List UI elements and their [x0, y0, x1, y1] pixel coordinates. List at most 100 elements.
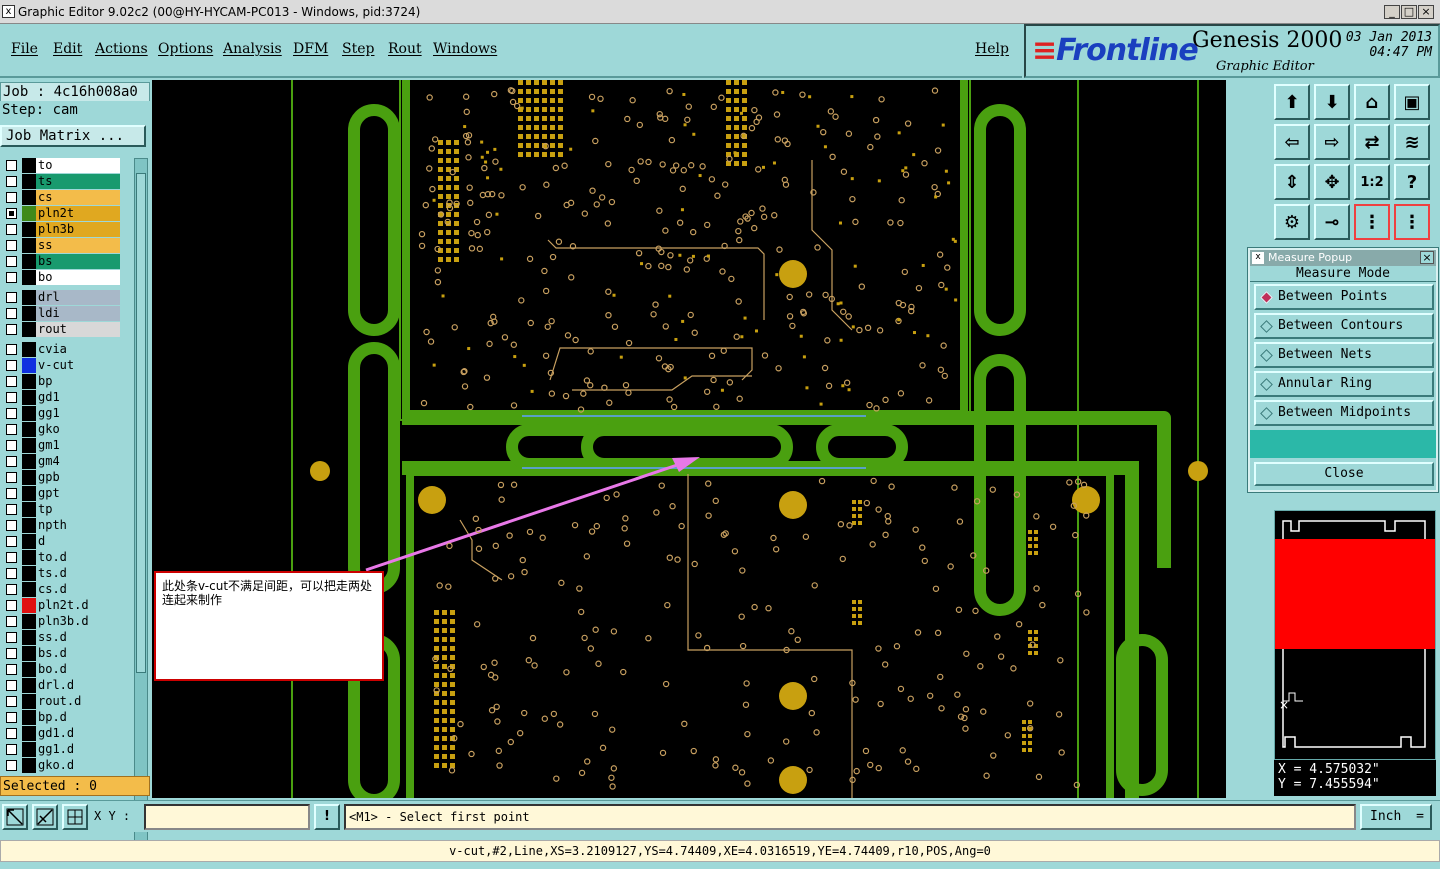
- measure-option-between-midpoints[interactable]: Between Midpoints: [1254, 400, 1434, 426]
- layer-name[interactable]: gm1: [36, 438, 120, 453]
- layer-color-swatch[interactable]: [22, 270, 36, 285]
- layer-checkbox[interactable]: [6, 616, 17, 627]
- layer-checkbox[interactable]: [6, 552, 17, 563]
- pan-left-icon[interactable]: ⇦: [1274, 124, 1310, 160]
- menu-edit[interactable]: Edit: [53, 41, 82, 57]
- layer-name[interactable]: rout: [36, 322, 120, 337]
- layer-color-swatch[interactable]: [22, 726, 36, 741]
- layer-up-icon[interactable]: ⋮: [1354, 204, 1390, 240]
- layer-color-swatch[interactable]: [22, 598, 36, 613]
- layer-name[interactable]: ss.d: [36, 630, 120, 645]
- layer-scrollbar[interactable]: [134, 158, 148, 848]
- layer-color-swatch[interactable]: [22, 306, 36, 321]
- layer-checkbox[interactable]: [6, 424, 17, 435]
- layer-name[interactable]: gko: [36, 422, 120, 437]
- layer-down-icon[interactable]: ⋮: [1394, 204, 1430, 240]
- layer-row-ss[interactable]: ss: [2, 238, 122, 253]
- zoom-out-icon[interactable]: ⬇: [1314, 84, 1350, 120]
- xy-input[interactable]: [144, 804, 310, 830]
- layer-row-ts[interactable]: ts: [2, 174, 122, 189]
- layer-name[interactable]: gg1: [36, 406, 120, 421]
- layer-row-to.d[interactable]: to.d: [2, 550, 122, 565]
- zoom-home-icon[interactable]: ⬆: [1274, 84, 1310, 120]
- layer-color-swatch[interactable]: [22, 470, 36, 485]
- layer-checkbox[interactable]: [6, 520, 17, 531]
- layer-color-swatch[interactable]: [22, 454, 36, 469]
- layer-row-cs[interactable]: cs: [2, 190, 122, 205]
- layer-name[interactable]: pln2t: [36, 206, 120, 221]
- layer-row-bp[interactable]: bp: [2, 374, 122, 389]
- layer-checkbox[interactable]: [6, 408, 17, 419]
- layer-row-bo[interactable]: bo: [2, 270, 122, 285]
- layer-color-swatch[interactable]: [22, 630, 36, 645]
- layer-row-gko.d[interactable]: gko.d: [2, 758, 122, 773]
- layer-color-swatch[interactable]: [22, 190, 36, 205]
- layer-checkbox[interactable]: [6, 600, 17, 611]
- layer-row-gko[interactable]: gko: [2, 422, 122, 437]
- layer-name[interactable]: bs: [36, 254, 120, 269]
- snap-tool-icon[interactable]: [32, 804, 58, 830]
- layer-row-cs.d[interactable]: cs.d: [2, 582, 122, 597]
- layer-row-v-cut[interactable]: v-cut: [2, 358, 122, 373]
- layer-color-swatch[interactable]: [22, 206, 36, 221]
- layer-row-ts.d[interactable]: ts.d: [2, 566, 122, 581]
- flip-icon[interactable]: ⇄: [1354, 124, 1390, 160]
- layer-color-swatch[interactable]: [22, 710, 36, 725]
- layer-checkbox[interactable]: [6, 160, 17, 171]
- layer-color-swatch[interactable]: [22, 486, 36, 501]
- layer-color-swatch[interactable]: [22, 742, 36, 757]
- layer-color-swatch[interactable]: [22, 290, 36, 305]
- layer-row-d[interactable]: d: [2, 534, 122, 549]
- layer-row-gd1[interactable]: gd1: [2, 390, 122, 405]
- layer-checkbox[interactable]: [6, 632, 17, 643]
- layer-row-npth[interactable]: npth: [2, 518, 122, 533]
- layer-name[interactable]: gm4: [36, 454, 120, 469]
- maximize-button[interactable]: □: [1401, 5, 1417, 19]
- layer-name[interactable]: cs.d: [36, 582, 120, 597]
- measure-option-between-points[interactable]: Between Points: [1254, 284, 1434, 310]
- menu-dfm[interactable]: DFM: [293, 41, 328, 57]
- layer-color-swatch[interactable]: [22, 518, 36, 533]
- menu-help[interactable]: Help: [975, 41, 1009, 57]
- layer-row-pln3b.d[interactable]: pln3b.d: [2, 614, 122, 629]
- layer-name[interactable]: pln3b.d: [36, 614, 120, 629]
- layer-color-swatch[interactable]: [22, 422, 36, 437]
- layer-checkbox[interactable]: [6, 272, 17, 283]
- layer-name[interactable]: pln3b: [36, 222, 120, 237]
- layer-name[interactable]: rout.d: [36, 694, 120, 709]
- layer-color-swatch[interactable]: [22, 550, 36, 565]
- layer-color-swatch[interactable]: [22, 342, 36, 357]
- layer-color-swatch[interactable]: [22, 566, 36, 581]
- layer-checkbox[interactable]: [6, 324, 17, 335]
- layer-color-swatch[interactable]: [22, 758, 36, 773]
- measure-option-annular-ring[interactable]: Annular Ring: [1254, 371, 1434, 397]
- layer-checkbox[interactable]: [6, 192, 17, 203]
- layer-name[interactable]: gko.d: [36, 758, 120, 773]
- layer-row-pln2t[interactable]: pln2t: [2, 206, 122, 221]
- layer-color-swatch[interactable]: [22, 502, 36, 517]
- close-window-button[interactable]: ×: [1418, 5, 1434, 19]
- layer-checkbox[interactable]: [6, 344, 17, 355]
- graphic-canvas[interactable]: [152, 80, 1226, 798]
- layer-color-swatch[interactable]: [22, 694, 36, 709]
- layer-checkbox[interactable]: [6, 208, 17, 219]
- layer-checkbox[interactable]: [6, 176, 17, 187]
- layer-name[interactable]: cvia: [36, 342, 120, 357]
- layer-scroll-thumb[interactable]: [136, 173, 146, 673]
- layer-color-swatch[interactable]: [22, 438, 36, 453]
- layer-checkbox[interactable]: [6, 488, 17, 499]
- layer-name[interactable]: to.d: [36, 550, 120, 565]
- layer-color-swatch[interactable]: [22, 358, 36, 373]
- layer-name[interactable]: bp: [36, 374, 120, 389]
- layer-color-swatch[interactable]: [22, 254, 36, 269]
- menu-actions[interactable]: Actions: [95, 41, 148, 57]
- layer-color-swatch[interactable]: [22, 174, 36, 189]
- layer-name[interactable]: bo: [36, 270, 120, 285]
- layer-row-ss.d[interactable]: ss.d: [2, 630, 122, 645]
- layer-row-gd1.d[interactable]: gd1.d: [2, 726, 122, 741]
- layer-row-tp[interactable]: tp: [2, 502, 122, 517]
- layer-checkbox[interactable]: [6, 376, 17, 387]
- layer-checkbox[interactable]: [6, 392, 17, 403]
- layer-row-bo.d[interactable]: bo.d: [2, 662, 122, 677]
- fit-all-icon[interactable]: ✥: [1314, 164, 1350, 200]
